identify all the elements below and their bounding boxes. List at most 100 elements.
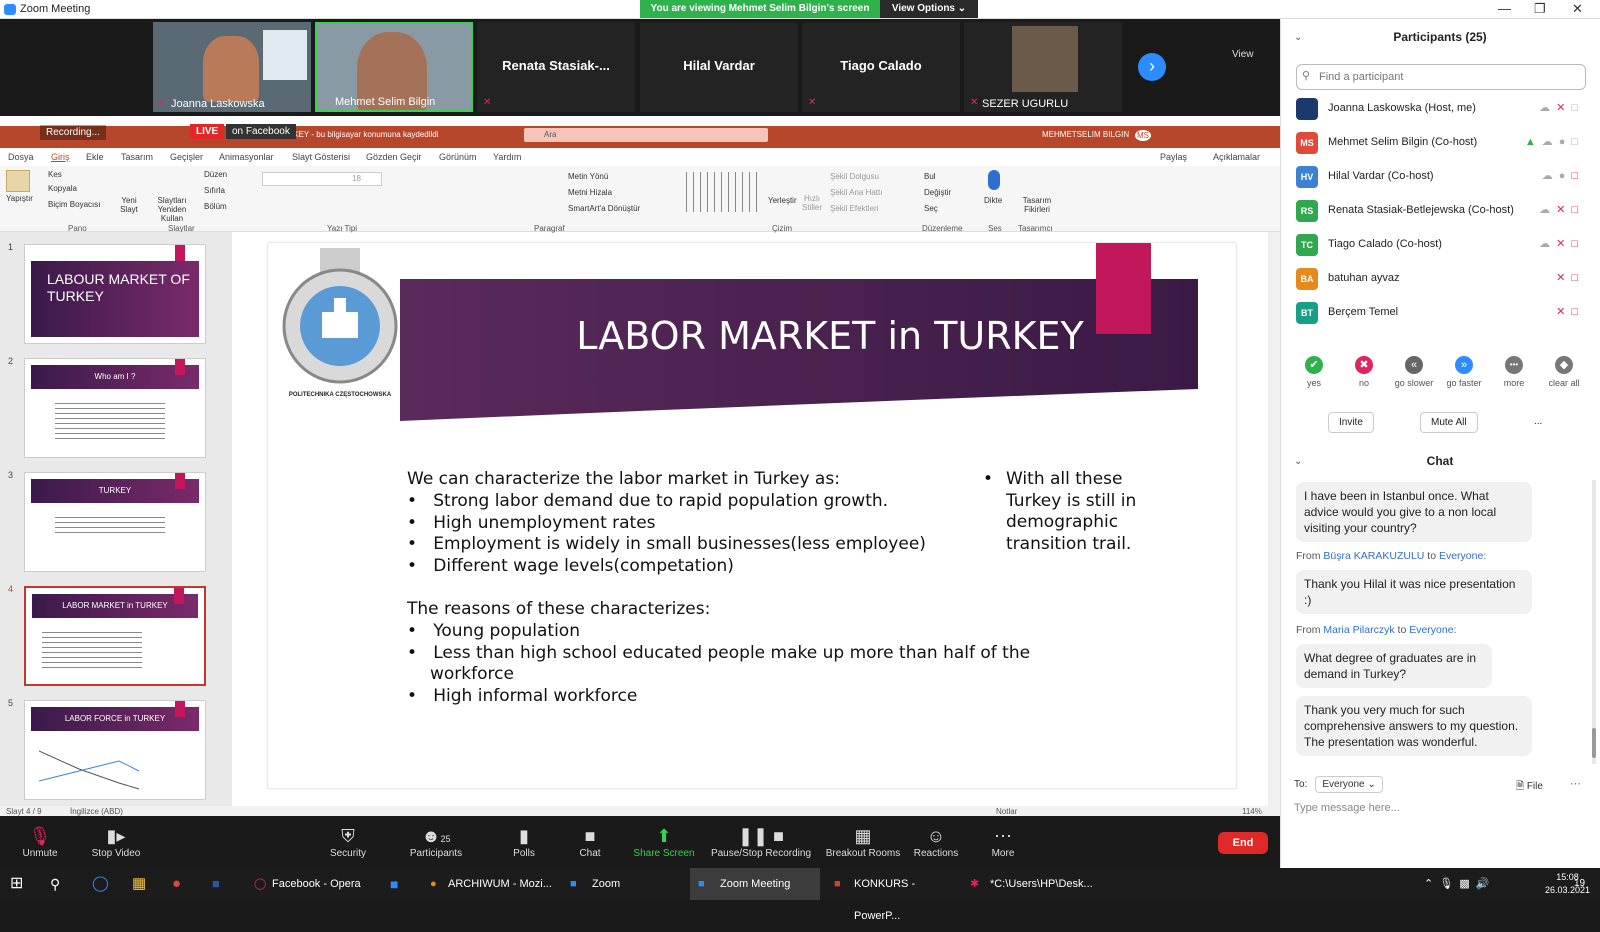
taskbar-zoom[interactable]: ■ Zoom bbox=[562, 868, 682, 900]
format-painter-button[interactable]: Biçim Boyacısı bbox=[48, 200, 100, 209]
smartart-button[interactable]: SmartArt'a Dönüştür bbox=[568, 204, 640, 213]
slide-thumbnail-4-selected[interactable]: LABOR MARKET in TURKEY bbox=[24, 586, 206, 686]
search-icon[interactable]: ⚲ bbox=[50, 868, 60, 900]
menu-transitions[interactable]: Geçişler bbox=[170, 152, 203, 162]
chat-message-input[interactable]: Type message here... bbox=[1294, 802, 1400, 814]
chat-button[interactable]: ■ Chat bbox=[550, 826, 630, 859]
slide-thumbnail-5[interactable]: LABOR FORCE in TURKEY bbox=[24, 700, 206, 800]
section-button[interactable]: Bölüm bbox=[204, 202, 227, 211]
word-icon[interactable]: ■ bbox=[212, 868, 220, 900]
participant-row[interactable]: TC Tiago Calado (Co-host) ☁✕□ bbox=[1280, 228, 1590, 262]
more-button[interactable]: ⋯ More bbox=[963, 826, 1043, 859]
arrange-button[interactable]: Yerleştir bbox=[768, 196, 797, 205]
chrome-icon[interactable]: ● bbox=[172, 868, 181, 900]
slide-thumbnail-3[interactable]: TURKEY bbox=[24, 472, 206, 572]
chat-scrollbar[interactable] bbox=[1592, 480, 1596, 764]
menu-insert[interactable]: Ekle bbox=[86, 152, 104, 162]
sender-name[interactable]: Maria Pilarczyk bbox=[1323, 624, 1394, 636]
paste-button[interactable]: Yapıştır bbox=[6, 194, 33, 203]
shape-outline-button[interactable]: Şekil Ana Hattı bbox=[830, 188, 882, 197]
video-tile[interactable]: Renata Stasiak-... ✕ bbox=[477, 22, 635, 112]
dictate-button[interactable]: Dikte bbox=[984, 196, 1002, 205]
shape-effects-button[interactable]: Şekil Efektleri bbox=[830, 204, 878, 213]
new-slide-button[interactable]: Yeni Slayt bbox=[116, 196, 142, 214]
restore-icon[interactable]: ❐ bbox=[1534, 1, 1546, 17]
reaction-more[interactable]: ••• more bbox=[1490, 356, 1538, 388]
video-tile[interactable]: Tiago Calado ✕ bbox=[802, 22, 960, 112]
mute-all-button[interactable]: Mute All bbox=[1420, 412, 1478, 433]
video-tile[interactable]: SEZER UGURLU ✕ bbox=[964, 22, 1122, 112]
share-button[interactable]: Paylaş bbox=[1160, 152, 1187, 162]
reaction-go-faster[interactable]: » go faster bbox=[1440, 356, 1488, 388]
minimize-icon[interactable]: — bbox=[1498, 1, 1511, 16]
find-button[interactable]: Bul bbox=[924, 172, 936, 181]
system-tray-icons[interactable]: ⌃ 🎙 ▩ 🔊 bbox=[1424, 868, 1490, 900]
replace-button[interactable]: Değiştir bbox=[924, 188, 951, 197]
more-button[interactable]: ... bbox=[1524, 412, 1553, 431]
select-button[interactable]: Seç bbox=[924, 204, 938, 213]
participant-row[interactable]: Joanna Laskowska (Host, me) ☁✕□ bbox=[1280, 92, 1590, 126]
menu-animations[interactable]: Animasyonlar bbox=[219, 152, 274, 162]
reuse-slides-button[interactable]: Slaytları Yeniden Kullan bbox=[146, 196, 198, 223]
unmute-button[interactable]: 🎙 Unmute bbox=[0, 826, 80, 859]
notification-count[interactable]: 19 bbox=[1574, 868, 1585, 900]
reaction-no[interactable]: ✖ no bbox=[1340, 356, 1388, 388]
participant-row[interactable]: BT Berçem Temel ✕□ bbox=[1280, 296, 1590, 330]
participant-row[interactable]: HV Hilal Vardar (Co-host) ☁●□ bbox=[1280, 160, 1590, 194]
ppt-search-box[interactable]: Ara bbox=[524, 128, 768, 142]
taskbar-explorer-window[interactable]: ✱ *C:\Users\HP\Desk... bbox=[964, 868, 1098, 900]
security-button[interactable]: ⛨ Security bbox=[308, 826, 388, 859]
designer-button[interactable]: Tasarım Fikirleri bbox=[1022, 196, 1052, 214]
participant-row[interactable]: BA batuhan ayvaz ✕□ bbox=[1280, 262, 1590, 296]
menu-file[interactable]: Dosya bbox=[8, 152, 34, 162]
end-meeting-button[interactable]: End bbox=[1218, 832, 1268, 854]
menu-home[interactable]: Giriş bbox=[51, 152, 70, 162]
app-icon[interactable]: ■ bbox=[390, 868, 398, 900]
invite-button[interactable]: Invite bbox=[1328, 412, 1374, 433]
menu-view[interactable]: Görünüm bbox=[439, 152, 477, 162]
shape-fill-button[interactable]: Şekil Dolgusu bbox=[830, 172, 879, 181]
font-name-dropdown[interactable] bbox=[262, 172, 382, 186]
notes-button[interactable]: Notlar bbox=[996, 807, 1017, 816]
slide-scrollbar[interactable] bbox=[1268, 232, 1280, 806]
close-icon[interactable]: ✕ bbox=[1572, 1, 1583, 17]
participant-row[interactable]: MS Mehmet Selim Bilgin (Co-host) ▲☁●□ bbox=[1280, 126, 1590, 160]
copy-button[interactable]: Kopyala bbox=[48, 184, 77, 193]
text-direction-button[interactable]: Metin Yönü bbox=[568, 172, 608, 181]
quick-styles-button[interactable]: Hızlı Stiller bbox=[800, 194, 824, 212]
taskbar-firefox[interactable]: ● ARCHIWUM - Mozi... bbox=[424, 868, 560, 900]
video-tile-active[interactable]: Mehmet Selim Bilgin bbox=[315, 22, 473, 112]
file-explorer-icon[interactable]: ▦ bbox=[132, 868, 146, 900]
taskbar-powerpoint[interactable]: ■ KONKURS - PowerP... bbox=[828, 868, 962, 922]
pause-stop-recording-button[interactable]: ❚❚ ■ Pause/Stop Recording bbox=[706, 826, 816, 859]
find-participant-input[interactable]: Find a participant bbox=[1296, 64, 1586, 90]
shapes-gallery[interactable] bbox=[680, 172, 760, 212]
next-page-icon[interactable]: › bbox=[1138, 53, 1166, 81]
slide-thumbnail-1[interactable]: LABOUR MARKET OF TURKEY bbox=[24, 244, 206, 344]
video-tile[interactable]: Joanna Laskowska ✕ bbox=[153, 22, 311, 112]
align-text-button[interactable]: Metni Hizala bbox=[568, 188, 612, 197]
cut-button[interactable]: Kes bbox=[48, 170, 62, 179]
sender-name[interactable]: Büşra KARAKUZULU bbox=[1323, 550, 1424, 562]
video-tile[interactable]: Hilal Vardar bbox=[640, 22, 798, 112]
strip-view-button[interactable]: View bbox=[1232, 49, 1254, 60]
windows-start-icon[interactable]: ⊞ bbox=[10, 868, 23, 900]
taskbar-opera[interactable]: ◯ Facebook - Opera bbox=[248, 868, 372, 900]
layout-button[interactable]: Düzen bbox=[204, 170, 227, 179]
file-button[interactable]: 🗎 File bbox=[1516, 779, 1543, 796]
participant-row[interactable]: RS Renata Stasiak-Betlejewska (Co-host) … bbox=[1280, 194, 1590, 228]
reset-button[interactable]: Sıfırla bbox=[204, 186, 225, 195]
view-options-button[interactable]: View Options ⌄ bbox=[880, 0, 978, 18]
edge-icon[interactable]: ◯ bbox=[92, 868, 109, 900]
reaction-go-slower[interactable]: «go slower bbox=[1390, 356, 1438, 388]
menu-help[interactable]: Yardım bbox=[493, 152, 521, 162]
menu-review[interactable]: Gözden Geçir bbox=[366, 152, 422, 162]
recipient-dropdown[interactable]: Everyone ⌄ bbox=[1315, 776, 1383, 793]
menu-design[interactable]: Tasarım bbox=[121, 152, 153, 162]
comments-button[interactable]: Açıklamalar bbox=[1213, 152, 1260, 162]
participants-button[interactable]: ☻25 Participants bbox=[396, 826, 476, 859]
chat-more-icon[interactable]: ⋯ bbox=[1570, 777, 1581, 790]
taskbar-zoom-meeting[interactable]: ■ Zoom Meeting bbox=[690, 868, 820, 900]
reaction-yes[interactable]: ✔ yes bbox=[1290, 356, 1338, 388]
share-screen-button[interactable]: ⬆ Share Screen bbox=[624, 826, 704, 859]
